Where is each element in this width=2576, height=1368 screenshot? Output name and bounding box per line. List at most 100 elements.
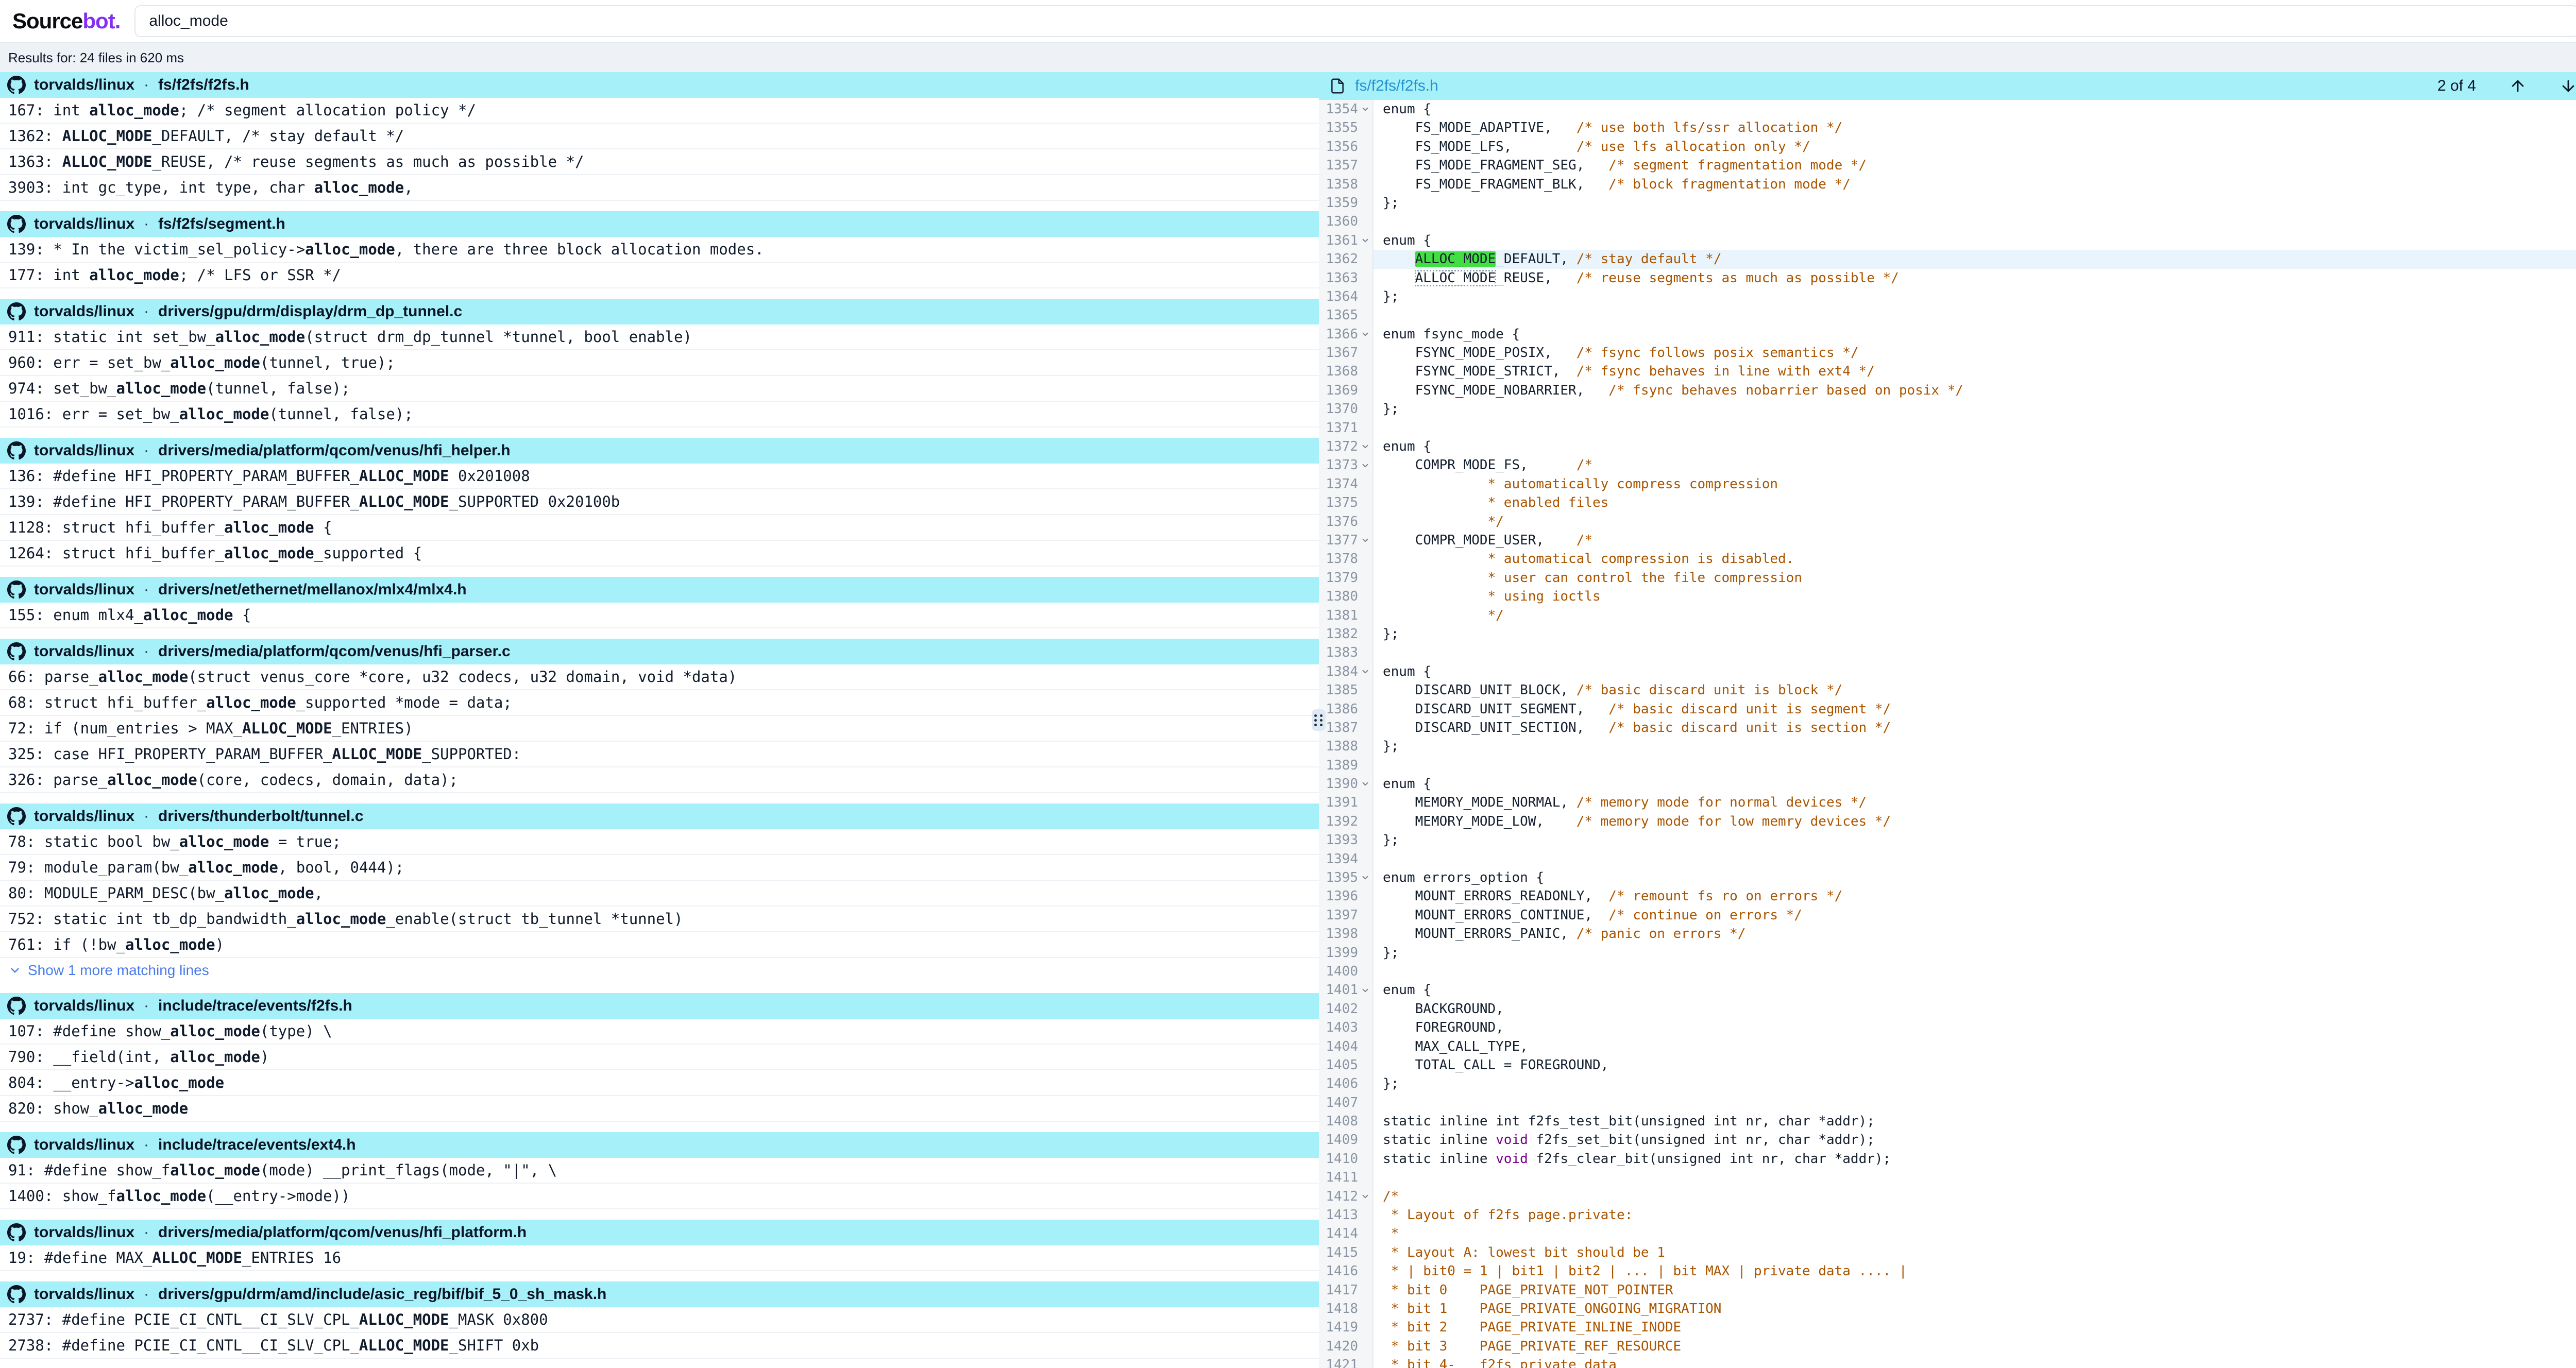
line-gutter: 1421: [1319, 1356, 1374, 1368]
fold-slot-empty: [1358, 1131, 1372, 1149]
search-input[interactable]: [134, 5, 2576, 37]
line-number: 1395: [1326, 868, 1358, 887]
fold-slot-empty: [1358, 681, 1372, 699]
fold-chevron-icon[interactable]: [1358, 531, 1372, 550]
match-row[interactable]: 2737: #define PCIE_CI_CNTL__CI_SLV_CPL_A…: [0, 1307, 1319, 1333]
line-number: 1375: [1326, 493, 1358, 512]
fold-chevron-icon[interactable]: [1358, 437, 1372, 456]
code-line: 1413 * Layout of f2fs page.private:: [1319, 1206, 2576, 1224]
code-text: [1374, 1168, 2576, 1187]
match-row[interactable]: 752: static int tb_dp_bandwidth_alloc_mo…: [0, 907, 1319, 932]
match-row[interactable]: 1016: err = set_bw_alloc_mode(tunnel, fa…: [0, 402, 1319, 427]
prev-match-button[interactable]: [2509, 77, 2527, 95]
fold-slot-empty: [1358, 1112, 1372, 1131]
match-row[interactable]: 804: __entry->alloc_mode: [0, 1070, 1319, 1096]
match-row[interactable]: 155: enum mlx4_alloc_mode {: [0, 603, 1319, 628]
code-line: 1396 MOUNT_ERRORS_READONLY, /* remount f…: [1319, 887, 2576, 905]
match-row[interactable]: 761: if (!bw_alloc_mode): [0, 932, 1319, 958]
match-row[interactable]: 79: module_param(bw_alloc_mode, bool, 04…: [0, 855, 1319, 881]
match-row[interactable]: 80: MODULE_PARM_DESC(bw_alloc_mode,: [0, 881, 1319, 907]
match-row[interactable]: 3903: int gc_type, int type, char alloc_…: [0, 175, 1319, 201]
result-group-header[interactable]: torvalds/linux·include/trace/events/ext4…: [0, 1132, 1319, 1158]
match-row[interactable]: 136: #define HFI_PROPERTY_PARAM_BUFFER_A…: [0, 464, 1319, 489]
code-line: 1371: [1319, 419, 2576, 437]
match-row[interactable]: 790: __field(int, alloc_mode): [0, 1045, 1319, 1070]
code-line: 1415 * Layout A: lowest bit should be 1: [1319, 1243, 2576, 1262]
code-line: 1392 MEMORY_MODE_LOW, /* memory mode for…: [1319, 812, 2576, 831]
line-gutter: 1363: [1319, 269, 1374, 287]
code-text: enum {: [1374, 775, 2576, 793]
code-text: *: [1374, 1224, 2576, 1243]
match-row[interactable]: 91: #define show_falloc_mode(mode) __pri…: [0, 1158, 1319, 1184]
line-number: 1365: [1326, 306, 1358, 324]
line-gutter: 1356: [1319, 138, 1374, 156]
match-row[interactable]: 78: static bool bw_alloc_mode = true;: [0, 829, 1319, 855]
logo-text-accent: bot.: [82, 9, 120, 33]
match-row[interactable]: 1363: ALLOC_MODE_REUSE, /* reuse segment…: [0, 149, 1319, 175]
match-row[interactable]: 167: int alloc_mode; /* segment allocati…: [0, 98, 1319, 124]
match-row[interactable]: 68: struct hfi_buffer_alloc_mode_support…: [0, 690, 1319, 716]
result-group-header[interactable]: torvalds/linux·drivers/media/platform/qc…: [0, 1220, 1319, 1245]
match-row[interactable]: 960: err = set_bw_alloc_mode(tunnel, tru…: [0, 350, 1319, 376]
match-row[interactable]: 66: parse_alloc_mode(struct venus_core *…: [0, 664, 1319, 690]
result-group-header[interactable]: torvalds/linux·drivers/gpu/drm/display/d…: [0, 299, 1319, 324]
panel-resize-handle[interactable]: [1312, 709, 1326, 731]
match-row[interactable]: 107: #define show_alloc_mode(type) \: [0, 1019, 1319, 1045]
file-path: drivers/media/platform/qcom/venus/hfi_pa…: [158, 643, 511, 660]
result-group-header[interactable]: torvalds/linux·fs/f2fs/f2fs.h: [0, 72, 1319, 98]
github-icon: [7, 1285, 26, 1304]
fold-chevron-icon[interactable]: [1358, 456, 1372, 474]
next-match-button[interactable]: [2560, 77, 2576, 95]
github-icon: [7, 215, 26, 233]
result-group-header[interactable]: torvalds/linux·drivers/gpu/drm/amd/inclu…: [0, 1281, 1319, 1307]
match-row[interactable]: 325: case HFI_PROPERTY_PARAM_BUFFER_ALLO…: [0, 742, 1319, 767]
result-group: torvalds/linux·drivers/media/platform/qc…: [0, 1220, 1319, 1271]
result-group-header[interactable]: torvalds/linux·drivers/thunderbolt/tunne…: [0, 803, 1319, 829]
match-row[interactable]: 2738: #define PCIE_CI_CNTL__CI_SLV_CPL_A…: [0, 1333, 1319, 1359]
match-row[interactable]: 19: #define MAX_ALLOC_MODE_ENTRIES 16: [0, 1245, 1319, 1271]
fold-chevron-icon[interactable]: [1358, 662, 1372, 681]
result-group-header[interactable]: torvalds/linux·fs/f2fs/segment.h: [0, 211, 1319, 237]
fold-chevron-icon[interactable]: [1358, 1187, 1372, 1206]
match-row[interactable]: 974: set_bw_alloc_mode(tunnel, false);: [0, 376, 1319, 402]
line-number: 1407: [1326, 1093, 1358, 1112]
line-gutter: 1414: [1319, 1224, 1374, 1243]
fold-chevron-icon[interactable]: [1358, 868, 1372, 887]
code-text: enum {: [1374, 981, 2576, 999]
match-row[interactable]: 139: #define HFI_PROPERTY_PARAM_BUFFER_A…: [0, 489, 1319, 515]
match-row[interactable]: 820: show_alloc_mode: [0, 1096, 1319, 1122]
fold-slot-empty: [1358, 925, 1372, 943]
line-number: 1379: [1326, 569, 1358, 587]
code-line: 1394: [1319, 850, 2576, 868]
fold-chevron-icon[interactable]: [1358, 981, 1372, 999]
match-row[interactable]: 177: int alloc_mode; /* LFS or SSR */: [0, 263, 1319, 288]
match-row[interactable]: 1362: ALLOC_MODE_DEFAULT, /* stay defaul…: [0, 124, 1319, 149]
app-logo[interactable]: Sourcebot.: [12, 9, 120, 33]
code-line: 1382};: [1319, 625, 2576, 643]
line-number: 1414: [1326, 1224, 1358, 1243]
match-row[interactable]: 1400: show_falloc_mode(__entry->mode)): [0, 1184, 1319, 1209]
match-row[interactable]: 1128: struct hfi_buffer_alloc_mode {: [0, 515, 1319, 541]
result-group-header[interactable]: torvalds/linux·include/trace/events/f2fs…: [0, 993, 1319, 1019]
result-group-header[interactable]: torvalds/linux·drivers/media/platform/qc…: [0, 438, 1319, 464]
code-line: 1405 TOTAL_CALL = FOREGROUND,: [1319, 1056, 2576, 1074]
show-more-link[interactable]: Show 1 more matching lines: [0, 958, 1319, 983]
match-row[interactable]: 72: if (num_entries > MAX_ALLOC_MODE_ENT…: [0, 716, 1319, 742]
arrow-up-icon: [2509, 77, 2527, 95]
logo-text-primary: Source: [12, 9, 82, 33]
match-row[interactable]: 139: * In the victim_sel_policy->alloc_m…: [0, 237, 1319, 263]
match-row[interactable]: 911: static int set_bw_alloc_mode(struct…: [0, 324, 1319, 350]
fold-chevron-icon[interactable]: [1358, 100, 1372, 118]
result-group-header[interactable]: torvalds/linux·drivers/media/platform/qc…: [0, 639, 1319, 664]
preview-file-link[interactable]: fs/f2fs/f2fs.h: [1355, 77, 1438, 95]
fold-chevron-icon[interactable]: [1358, 775, 1372, 793]
line-gutter: 1371: [1319, 419, 1374, 437]
line-number: 1408: [1326, 1112, 1358, 1131]
result-group-header[interactable]: torvalds/linux·drivers/net/ethernet/mell…: [0, 577, 1319, 603]
github-icon: [7, 76, 26, 94]
fold-chevron-icon[interactable]: [1358, 231, 1372, 250]
match-row[interactable]: 326: parse_alloc_mode(core, codecs, doma…: [0, 767, 1319, 793]
match-row[interactable]: 1264: struct hfi_buffer_alloc_mode_suppo…: [0, 541, 1319, 567]
result-group: torvalds/linux·fs/f2fs/f2fs.h167: int al…: [0, 72, 1319, 201]
fold-chevron-icon[interactable]: [1358, 325, 1372, 344]
